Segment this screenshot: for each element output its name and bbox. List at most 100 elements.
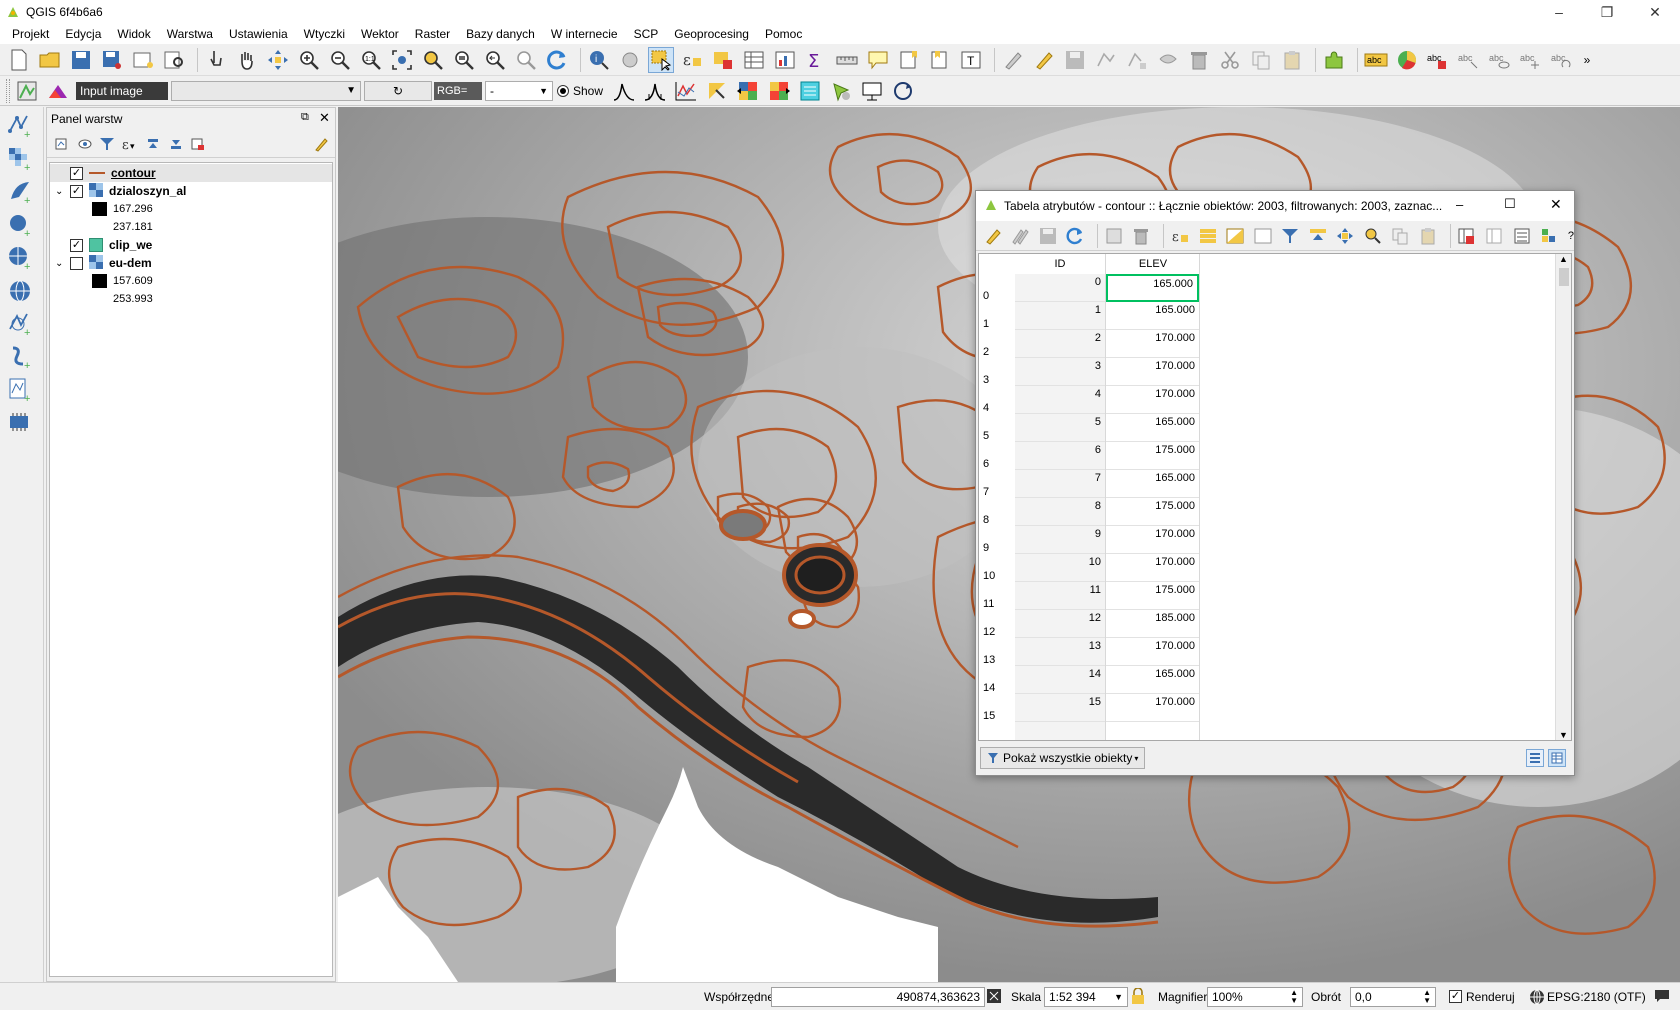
add-wcs-layer-icon[interactable] — [3, 277, 39, 305]
action-icon[interactable] — [617, 47, 643, 73]
cell-elev[interactable]: 175.000 — [1106, 582, 1199, 610]
add-raster-layer-icon[interactable]: + — [3, 145, 39, 173]
paste-features-icon[interactable] — [1279, 47, 1305, 73]
menu-projekt[interactable]: Projekt — [4, 27, 57, 41]
add-postgis-layer-icon[interactable]: + — [3, 211, 39, 239]
identify-features-icon[interactable]: i — [586, 47, 612, 73]
coordinate-toggle-icon[interactable] — [986, 988, 1002, 1007]
cell-id[interactable]: 4 — [1015, 386, 1105, 414]
cell-elev[interactable]: 170.000 — [1106, 526, 1199, 554]
zoom-native-icon[interactable]: 1:1 — [358, 47, 384, 73]
layer-visibility-checkbox[interactable]: ✓ — [70, 238, 83, 252]
remove-layer-icon[interactable] — [190, 135, 208, 153]
expand-all-icon[interactable] — [144, 135, 162, 153]
layer-row-eu-dem[interactable]: ⌄ eu-dem — [50, 254, 332, 272]
cell-elev[interactable]: 165.000 — [1106, 414, 1199, 442]
float-panel-icon[interactable]: ⧉ — [301, 111, 309, 124]
row-header[interactable]: 10 — [979, 554, 1015, 584]
new-project-icon[interactable] — [6, 47, 32, 73]
row-header[interactable]: 9 — [979, 526, 1015, 556]
minimize-button[interactable]: – — [1536, 0, 1582, 24]
crs-globe-icon[interactable] — [1529, 989, 1545, 1008]
zoom-next-icon[interactable] — [513, 47, 539, 73]
attribute-maximize-button[interactable]: ☐ — [1504, 196, 1516, 212]
cell-elev[interactable]: 170.000 — [1106, 358, 1199, 386]
cell-elev[interactable]: 170.000 — [1106, 638, 1199, 666]
zoom-to-input-icon[interactable] — [704, 78, 730, 104]
rotate-label-icon[interactable]: abc — [1549, 47, 1575, 73]
move-selection-top-icon[interactable] — [1307, 225, 1329, 247]
menu-wektor[interactable]: Wektor — [353, 27, 407, 41]
cell-elev[interactable]: 170.000 — [1106, 386, 1199, 414]
refresh-icon[interactable] — [544, 47, 570, 73]
add-feature-icon[interactable] — [1093, 47, 1119, 73]
pan-to-selected-icon[interactable] — [1335, 225, 1357, 247]
rgb-combo[interactable]: - ▼ — [485, 80, 553, 101]
lock-scale-icon[interactable] — [1131, 987, 1145, 1007]
zoom-in-icon[interactable] — [296, 47, 322, 73]
cell-elev[interactable]: 165.000 — [1106, 666, 1199, 694]
cell-id[interactable]: 1 — [1015, 302, 1105, 330]
maximize-button[interactable]: ❐ — [1584, 0, 1630, 24]
band-set-icon[interactable] — [797, 78, 823, 104]
cell-id[interactable]: 11 — [1015, 582, 1105, 610]
delete-selected-icon[interactable] — [1131, 225, 1153, 247]
cell-id[interactable]: 5 — [1015, 414, 1105, 442]
layout-manager-icon[interactable] — [161, 47, 187, 73]
toggle-editing-icon[interactable] — [1031, 47, 1057, 73]
close-panel-icon[interactable]: ✕ — [319, 110, 330, 126]
remove-preview-icon[interactable] — [766, 78, 792, 104]
cut-features-icon[interactable] — [1217, 47, 1243, 73]
cell-id[interactable]: 2 — [1015, 330, 1105, 358]
row-header[interactable]: 4 — [979, 386, 1015, 416]
coordinates-field[interactable]: 490874,363623 — [771, 986, 985, 1007]
toolbar-overflow-icon[interactable]: » — [1580, 47, 1594, 73]
zoom-out-icon[interactable] — [327, 47, 353, 73]
cell-id[interactable]: 15 — [1015, 694, 1105, 722]
spectral-signature-icon[interactable] — [673, 78, 699, 104]
highlight-label-icon[interactable]: abc — [1425, 47, 1451, 73]
field-calculator-sum-icon[interactable]: Σ — [803, 47, 829, 73]
add-feature-icon[interactable] — [1103, 225, 1125, 247]
cell-elev[interactable]: 165.000 — [1106, 302, 1199, 330]
select-by-expression-icon[interactable]: ε — [1169, 225, 1191, 247]
menu-wtyczki[interactable]: Wtyczki — [296, 27, 353, 41]
row-header[interactable]: 15 — [979, 694, 1015, 724]
pan-to-selection-icon[interactable] — [265, 47, 291, 73]
collapse-chevron-icon[interactable]: ⌄ — [55, 186, 65, 197]
row-header[interactable]: 13 — [979, 638, 1015, 668]
filter-select-icon[interactable] — [1279, 225, 1301, 247]
messages-icon[interactable] — [1654, 988, 1670, 1007]
cell-elev[interactable]: 185.000 — [1106, 610, 1199, 638]
magnifier-spinbox[interactable]: 100% ▲ ▼ — [1207, 986, 1303, 1007]
row-header[interactable]: 1 — [979, 302, 1015, 332]
layer-visibility-checkbox[interactable]: ✓ — [70, 184, 83, 198]
help-button[interactable]: ? — [1568, 230, 1574, 242]
zoom-last-icon[interactable] — [482, 47, 508, 73]
invert-selection-icon[interactable] — [1224, 225, 1246, 247]
new-shapefile-layer-icon[interactable]: + — [3, 376, 39, 404]
column-header-elev[interactable]: ELEV — [1107, 254, 1199, 274]
open-project-icon[interactable] — [37, 47, 63, 73]
cell-elev[interactable]: 170.000 — [1106, 694, 1199, 722]
cell-id[interactable]: 6 — [1015, 442, 1105, 470]
render-checkbox[interactable]: ✓ — [1449, 990, 1462, 1003]
row-header[interactable]: 3 — [979, 358, 1015, 388]
new-field-icon[interactable] — [1483, 225, 1505, 247]
crs-label[interactable]: EPSG:2180 (OTF) — [1547, 990, 1646, 1004]
row-header[interactable]: 6 — [979, 442, 1015, 472]
select-features-icon[interactable] — [648, 46, 674, 73]
toggle-editing-icon[interactable] — [982, 225, 1004, 247]
roi-display-icon[interactable] — [859, 78, 885, 104]
clear-filter-icon[interactable] — [312, 135, 330, 153]
refresh-image-list-button[interactable]: ↻ — [364, 80, 432, 101]
cell-id[interactable]: 10 — [1015, 554, 1105, 582]
deselect-all-icon[interactable] — [1252, 225, 1274, 247]
roi-redo-icon[interactable] — [890, 78, 916, 104]
save-project-icon[interactable] — [68, 47, 94, 73]
cell-id[interactable]: 13 — [1015, 638, 1105, 666]
filter-expression-icon[interactable]: ε ▾ — [121, 135, 139, 153]
menu-warstwa[interactable]: Warstwa — [159, 27, 221, 41]
copy-features-icon[interactable] — [1248, 47, 1274, 73]
cell-id[interactable]: 0 — [1015, 274, 1105, 302]
